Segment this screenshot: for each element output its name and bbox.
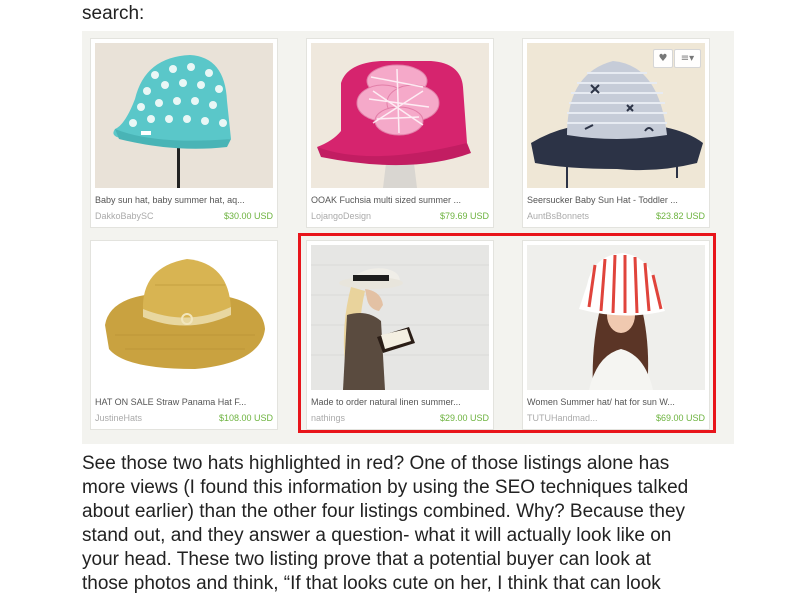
listing-card[interactable]: Baby sun hat, baby summer hat, aq... Dak… <box>91 39 277 227</box>
listing-shop[interactable]: AuntBsBonnets <box>527 211 589 221</box>
listing-card[interactable]: ♥ ≡▾ Seersucker Baby Sun Hat - Toddler .… <box>523 39 709 227</box>
listing-price: $108.00 USD <box>218 413 273 423</box>
listing-shop[interactable]: JustineHats <box>95 413 142 423</box>
listing-title[interactable]: Seersucker Baby Sun Hat - Toddler ... <box>527 195 707 205</box>
list-icon: ≡▾ <box>680 53 695 64</box>
listing-card[interactable]: OOAK Fuchsia multi sized summer ... Loja… <box>307 39 493 227</box>
article-line: more views (I found this information by … <box>82 477 689 498</box>
listing-photo[interactable] <box>95 43 273 188</box>
listing-photo[interactable] <box>95 245 273 390</box>
page: search: Baby sun hat, baby summer hat, a… <box>0 0 794 600</box>
listing-shop[interactable]: LojangoDesign <box>311 211 371 221</box>
favorite-button[interactable]: ♥ <box>653 49 673 68</box>
listing-price: $30.00 USD <box>223 211 273 221</box>
article-line: See those two hats highlighted in red? O… <box>82 453 670 474</box>
hat-photo-fuchsia <box>311 43 489 188</box>
listing-photo[interactable]: ♥ ≡▾ <box>527 43 705 188</box>
listing-title[interactable]: HAT ON SALE Straw Panama Hat F... <box>95 397 275 407</box>
listing-photo[interactable] <box>311 43 489 188</box>
add-to-list-button[interactable]: ≡▾ <box>674 49 701 68</box>
hat-photo-polka-dot <box>95 43 273 188</box>
listing-price: $79.69 USD <box>439 211 489 221</box>
listing-title[interactable]: Baby sun hat, baby summer hat, aq... <box>95 195 275 205</box>
red-highlight-box <box>298 233 716 433</box>
hat-photo-straw <box>95 245 273 390</box>
article-line: about earlier) than the other four listi… <box>82 501 686 522</box>
listing-title[interactable]: OOAK Fuchsia multi sized summer ... <box>311 195 491 205</box>
article-line: stand out, and they answer a question- w… <box>82 525 672 546</box>
article-line: those photos and think, “If that looks c… <box>82 573 661 594</box>
article-body: See those two hats highlighted in red? O… <box>82 452 732 596</box>
article-line: your head. These two listing prove that … <box>82 549 651 570</box>
listing-price: $23.82 USD <box>655 211 705 221</box>
listing-shop[interactable]: DakkoBabySC <box>95 211 154 221</box>
listing-card[interactable]: HAT ON SALE Straw Panama Hat F... Justin… <box>91 241 277 429</box>
heart-icon: ♥ <box>658 53 668 64</box>
intro-text: search: <box>82 3 145 24</box>
